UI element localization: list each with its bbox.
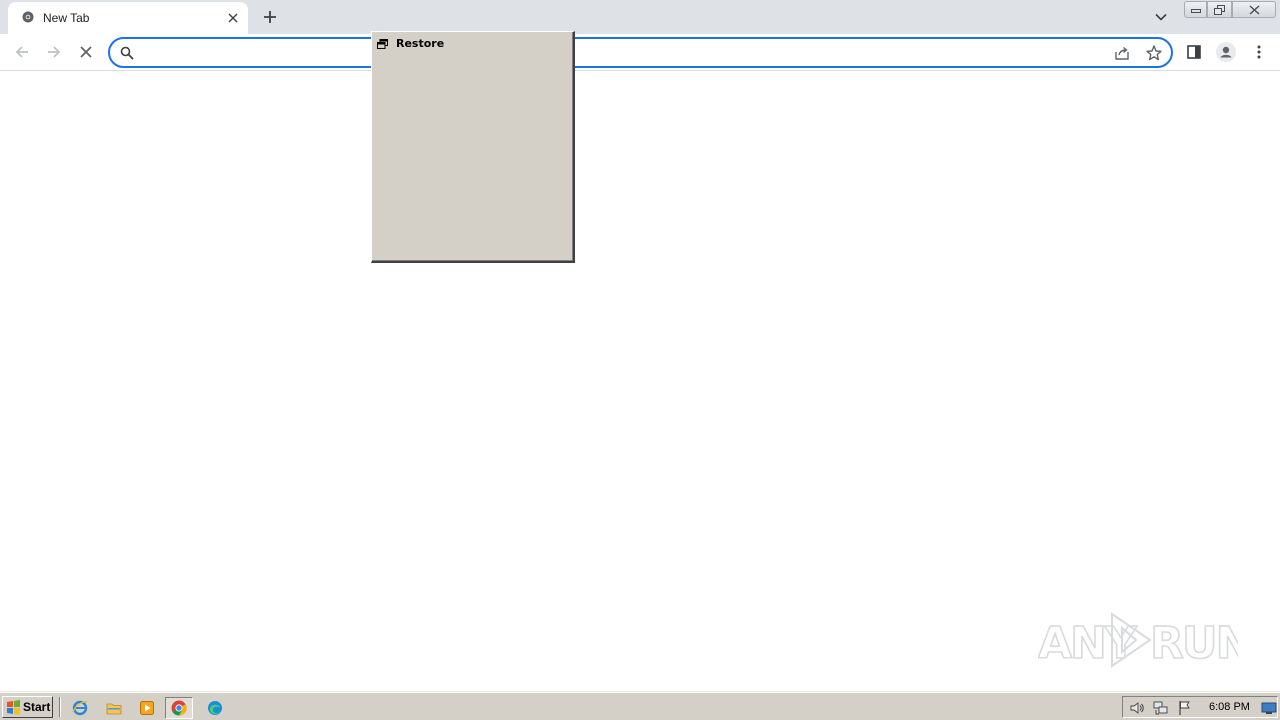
close-icon <box>1249 4 1259 15</box>
stop-loading-button[interactable] <box>74 40 98 64</box>
share-icon[interactable] <box>1113 44 1131 62</box>
system-tray: 6:08 PM <box>1122 696 1278 718</box>
taskbar-media-player[interactable] <box>133 697 161 719</box>
tab-title: New Tab <box>43 11 90 25</box>
taskbar-edge[interactable] <box>201 697 229 719</box>
chrome-icon <box>171 700 187 716</box>
taskbar: Start 6:08 PM <box>0 692 1280 720</box>
clock[interactable]: 6:08 PM <box>1209 701 1250 713</box>
arrow-right-icon <box>48 46 61 58</box>
address-bar[interactable] <box>108 37 1173 68</box>
minimize-icon <box>1190 8 1201 13</box>
menu-item-restore[interactable]: Restore <box>374 35 572 53</box>
screen: New Tab Restore ANY RUN Start 6:08 PM <box>0 0 1280 720</box>
start-label: Start <box>23 700 51 714</box>
plus-icon <box>264 11 276 23</box>
chrome-favicon-icon <box>22 11 34 23</box>
search-icon <box>120 46 134 60</box>
menu-button[interactable] <box>1248 41 1270 63</box>
restore-window-icon <box>1214 4 1225 15</box>
taskbar-file-explorer[interactable] <box>100 697 128 719</box>
tab-new-tab[interactable]: New Tab <box>8 2 248 34</box>
network-icon[interactable] <box>1153 700 1169 716</box>
taskbar-chrome[interactable] <box>165 697 193 719</box>
watermark-logo: ANY RUN <box>1038 612 1238 670</box>
side-panel-icon <box>1187 45 1201 59</box>
windows-logo-icon <box>7 700 20 715</box>
show-desktop-icon[interactable] <box>1261 700 1277 716</box>
internet-explorer-icon <box>72 700 88 716</box>
taskbar-internet-explorer[interactable] <box>66 697 94 719</box>
tab-search-button[interactable] <box>1150 6 1172 28</box>
address-input[interactable] <box>142 43 1092 62</box>
chevron-down-icon <box>1155 13 1167 21</box>
menu-item-label: Restore <box>396 37 445 50</box>
bookmark-star-icon[interactable] <box>1145 44 1163 62</box>
more-vertical-icon <box>1257 45 1261 59</box>
minimize-button[interactable] <box>1184 1 1207 18</box>
tab-close-button[interactable] <box>224 9 242 27</box>
close-icon <box>80 46 92 58</box>
watermark-text-right: RUN <box>1150 618 1238 669</box>
start-button[interactable]: Start <box>2 696 53 718</box>
media-player-icon <box>140 701 154 715</box>
volume-icon[interactable] <box>1129 700 1145 716</box>
taskbar-separator <box>59 697 61 717</box>
restore-window-icon <box>377 39 388 49</box>
side-panel-button[interactable] <box>1183 41 1205 63</box>
file-explorer-icon <box>106 703 122 715</box>
arrow-left-icon <box>15 46 28 58</box>
window-close-button[interactable] <box>1232 1 1276 18</box>
profile-button[interactable] <box>1215 41 1237 63</box>
browser-toolbar <box>0 34 1280 71</box>
avatar-icon <box>1216 42 1236 62</box>
forward-button[interactable] <box>42 40 66 64</box>
close-icon <box>228 13 238 23</box>
restore-button[interactable] <box>1207 1 1232 18</box>
tab-strip: New Tab <box>0 0 1280 34</box>
system-menu: Restore <box>371 31 575 263</box>
new-tab-button[interactable] <box>258 5 282 29</box>
edge-icon <box>208 701 222 715</box>
action-center-flag-icon[interactable] <box>1177 700 1193 716</box>
back-button[interactable] <box>10 40 34 64</box>
